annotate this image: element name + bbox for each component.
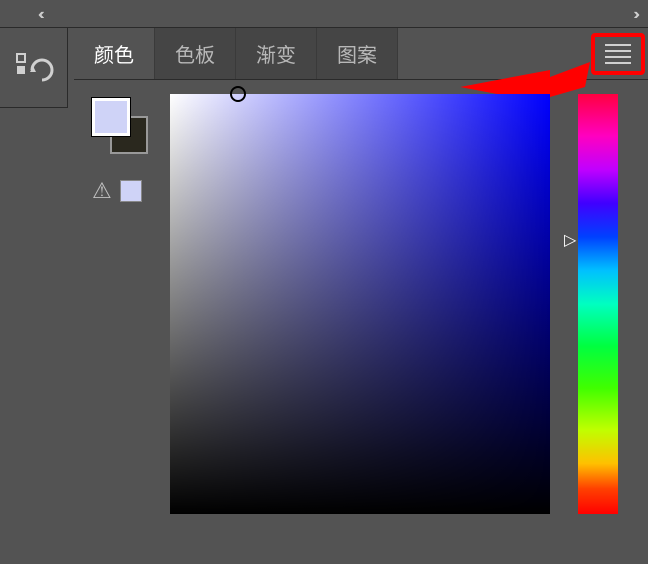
hue-slider-thumb[interactable]: ▷: [564, 230, 576, 250]
closest-color-swatch[interactable]: [120, 180, 142, 202]
panel-tabs: 颜色 色板 渐变 图案: [74, 28, 648, 80]
collapse-panel-icon[interactable]: ‹‹: [38, 6, 41, 24]
tab-color[interactable]: 颜色: [74, 28, 155, 79]
hamburger-icon: [605, 44, 631, 64]
tab-pattern[interactable]: 图案: [317, 28, 398, 79]
hue-slider[interactable]: ▷: [578, 94, 618, 514]
color-field-cursor[interactable]: [230, 86, 246, 102]
out-of-gamut-row: ⚠: [92, 178, 142, 204]
saturation-brightness-field[interactable]: [170, 94, 550, 514]
foreground-color-swatch[interactable]: [92, 98, 130, 136]
fg-bg-swatch[interactable]: [92, 98, 150, 156]
panel-body: ⚠ ▷: [74, 84, 648, 564]
color-panel: 颜色 色板 渐变 图案 ⚠ ▷: [74, 28, 648, 564]
history-panel-icon[interactable]: [14, 50, 54, 86]
sidebar-tool-well: [0, 28, 68, 108]
panel-topbar: ‹‹ ››: [0, 0, 648, 28]
warning-icon[interactable]: ⚠: [92, 178, 112, 204]
tab-gradient[interactable]: 渐变: [236, 28, 317, 79]
tab-swatches[interactable]: 色板: [155, 28, 236, 79]
panel-menu-button[interactable]: [591, 33, 645, 75]
expand-panel-icon[interactable]: ››: [633, 6, 636, 24]
